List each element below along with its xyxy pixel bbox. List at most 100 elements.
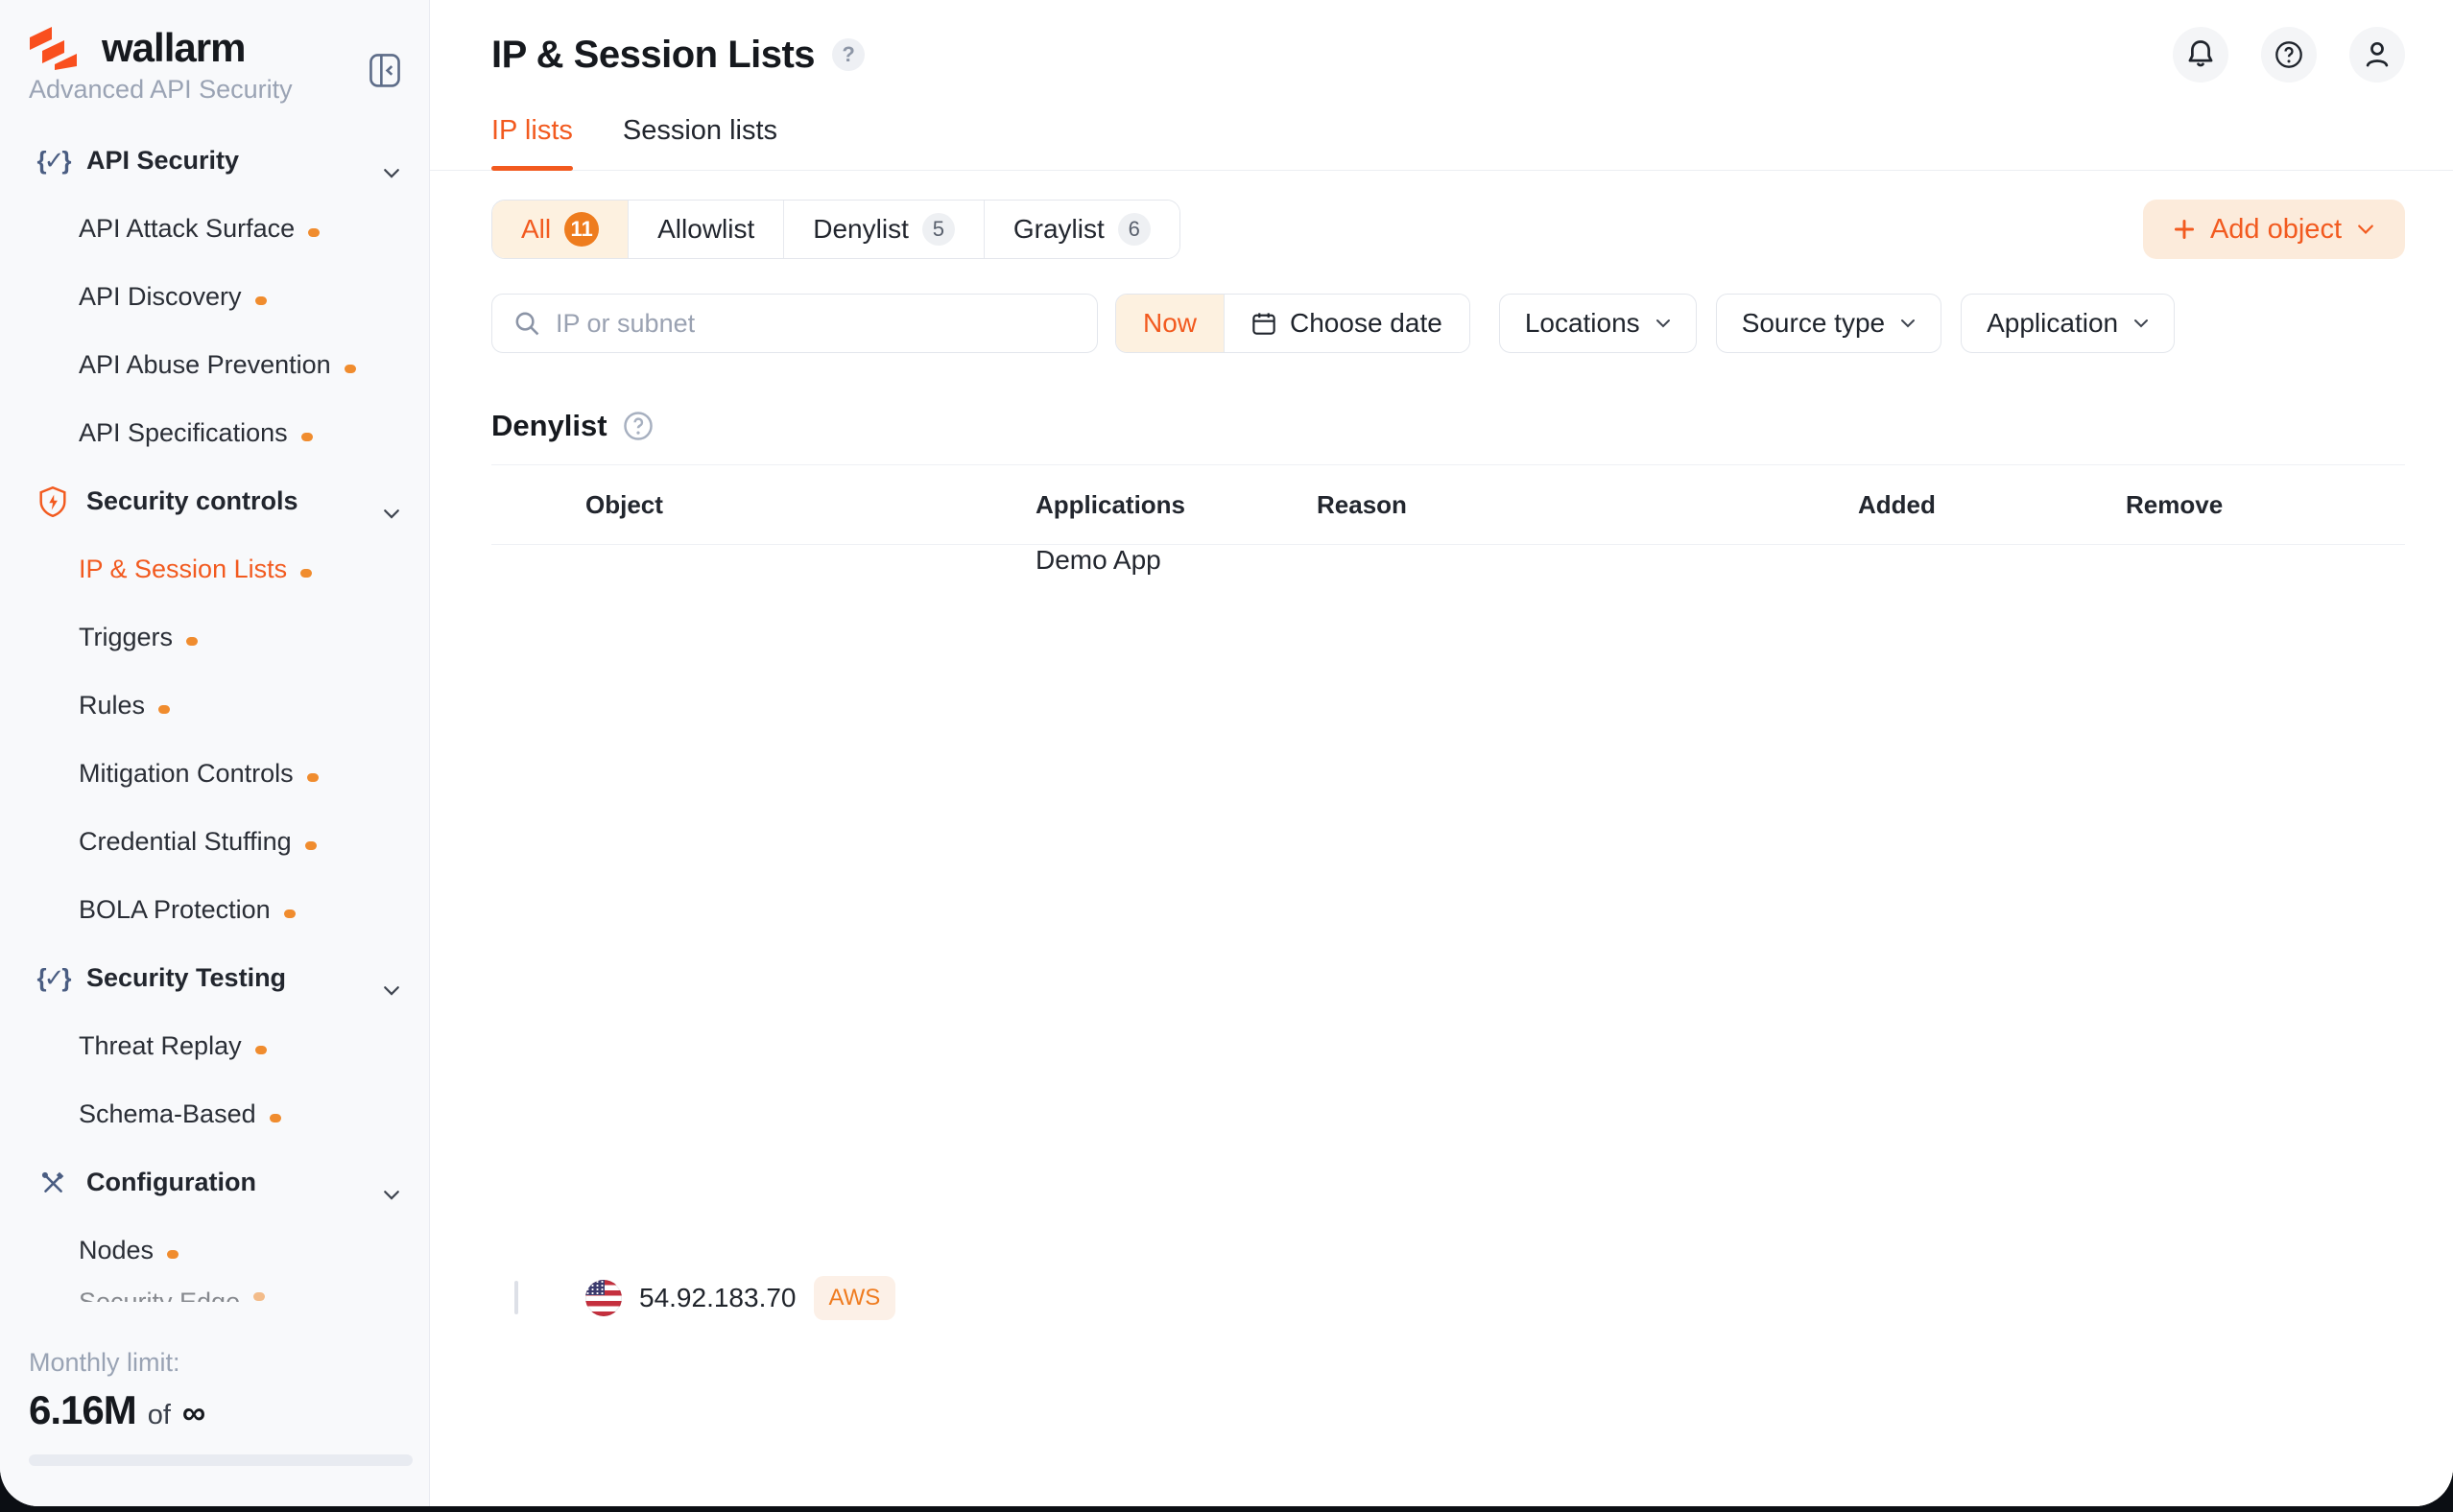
sidebar: wallarm Advanced API Security {✓} API Se… [0,0,430,1506]
notifications-bell-icon[interactable] [2173,27,2228,83]
wallarm-logo-icon [29,26,88,70]
plus-icon [2174,219,2195,240]
ip-address[interactable]: 54.92.183.70 [639,1283,797,1313]
sidebar-item[interactable]: Rules [0,672,429,740]
sidebar-item[interactable]: BOLA Protection [0,876,429,944]
page-help-icon[interactable]: ? [832,38,865,71]
sidebar-item-label: API Abuse Prevention [79,350,331,380]
sidebar-item[interactable]: API Abuse Prevention [0,331,429,399]
chevron-down-icon [2133,319,2149,328]
monthly-limit-value: 6.16M [29,1387,136,1433]
sidebar-item-label: BOLA Protection [79,895,271,925]
calendar-icon [1251,311,1276,336]
user-profile-icon[interactable] [2349,27,2405,83]
main-content: IP & Session Lists ? IP lists Session li… [430,0,2453,1506]
sidebar-item-label: API Discovery [79,282,242,312]
help-icon[interactable] [2261,27,2317,83]
sidebar-item-label: Credential Stuffing [79,827,292,857]
denylist-title: Denylist [491,409,607,443]
sidebar-item[interactable]: API Discovery [0,263,429,331]
denylist-header: Object Applications Reason Added Remove [491,464,2405,545]
logo-subtitle: Advanced API Security [29,75,410,105]
sidebar-item-label: Mitigation Controls [79,759,294,789]
sidebar-section[interactable]: Configuration [0,1148,429,1217]
notification-dot [308,228,320,237]
notification-dot [300,569,312,578]
shield-bolt-icon [36,485,69,518]
sidebar-item-label: API Specifications [79,418,288,448]
now-toggle[interactable]: Now [1116,295,1224,352]
chevron-down-icon [1900,319,1916,328]
chevron-down-icon[interactable] [383,973,400,984]
sidebar-section[interactable]: {✓} Security Testing [0,944,429,1012]
notification-dot [284,910,296,918]
segment-all[interactable]: All11 [492,201,628,258]
sidebar-item-label: Rules [79,691,145,721]
segment-allowlist[interactable]: Allowlist [628,201,783,258]
chevron-down-icon[interactable] [383,1177,400,1189]
search-input[interactable] [556,309,1076,339]
notification-dot [255,296,267,305]
monthly-limit-block: Monthly limit: 6.16M of ∞ [0,1348,429,1506]
object-cell: 54.92.183.70 AWS [585,1276,1036,1320]
search-icon [513,310,540,337]
notification-dot [307,773,319,782]
search-box [491,294,1098,353]
notification-dot [186,637,198,646]
sidebar-section[interactable]: {✓} API Security [0,127,429,195]
list-filter-segments: All11AllowlistDenylist5Graylist6 [491,200,1180,259]
sidebar-collapse-icon[interactable] [369,54,400,86]
sidebar-item[interactable]: API Specifications [0,399,429,467]
tools-icon [36,1167,69,1199]
chevron-down-icon [1655,319,1671,328]
sidebar-nav: {✓} API Security API Attack Surface API … [0,113,429,1302]
sidebar-item-label: Security Edge [79,1285,240,1302]
sidebar-item[interactable]: IP & Session Lists [0,535,429,603]
sidebar-item[interactable]: Schema-Based [0,1080,429,1148]
chevron-down-icon[interactable] [383,496,400,508]
locations-dropdown[interactable]: Locations [1499,294,1697,353]
notification-dot [305,841,317,850]
sidebar-item[interactable]: API Attack Surface [0,195,429,263]
notification-dot [345,365,356,373]
count-badge: 5 [922,213,955,246]
infinity-symbol: ∞ [182,1395,205,1432]
denylist-section: Denylist Object Applications Reason Adde… [491,409,2405,1506]
count-badge: 11 [564,212,599,247]
sidebar-section-label: Configuration [86,1168,256,1197]
sidebar-section[interactable]: Security controls [0,467,429,535]
notification-dot [270,1114,281,1122]
source-type-dropdown[interactable]: Source type [1716,294,1941,353]
sidebar-item[interactable]: Triggers [0,603,429,672]
add-object-button[interactable]: Add object [2143,200,2405,259]
monthly-limit-label: Monthly limit: [29,1348,400,1378]
sidebar-section-label: Security Testing [86,963,286,993]
count-badge: 6 [1118,213,1151,246]
sidebar-item-label: Threat Replay [79,1031,242,1061]
notification-dot [253,1292,265,1301]
row-checkbox[interactable] [514,1281,518,1314]
sidebar-item[interactable]: Threat Replay [0,1012,429,1080]
tab-ip-lists[interactable]: IP lists [491,115,573,170]
sidebar-item[interactable]: Credential Stuffing [0,808,429,876]
sidebar-section-label: Security controls [86,486,298,516]
sidebar-item-label: API Attack Surface [79,214,295,244]
choose-date-button[interactable]: Choose date [1224,295,1469,352]
braces-check-icon: {✓} [36,962,69,995]
tab-session-lists[interactable]: Session lists [623,115,777,170]
chevron-down-icon[interactable] [383,155,400,167]
notification-dot [158,705,170,714]
sidebar-item[interactable]: Mitigation Controls [0,740,429,808]
sidebar-section-label: API Security [86,146,239,176]
sidebar-item-label: Triggers [79,623,173,652]
segment-denylist[interactable]: Denylist5 [783,201,984,258]
segment-graylist[interactable]: Graylist6 [984,201,1179,258]
chevron-down-icon [2357,224,2374,235]
denylist-help-icon[interactable] [623,411,654,441]
notification-dot [167,1250,179,1259]
sidebar-item-label: Schema-Based [79,1099,256,1129]
sidebar-item[interactable]: Nodes [0,1217,429,1285]
sidebar-item[interactable]: Security Edge [0,1285,429,1302]
application-dropdown[interactable]: Application [1961,294,2175,353]
country-flag-icon [585,1280,622,1316]
